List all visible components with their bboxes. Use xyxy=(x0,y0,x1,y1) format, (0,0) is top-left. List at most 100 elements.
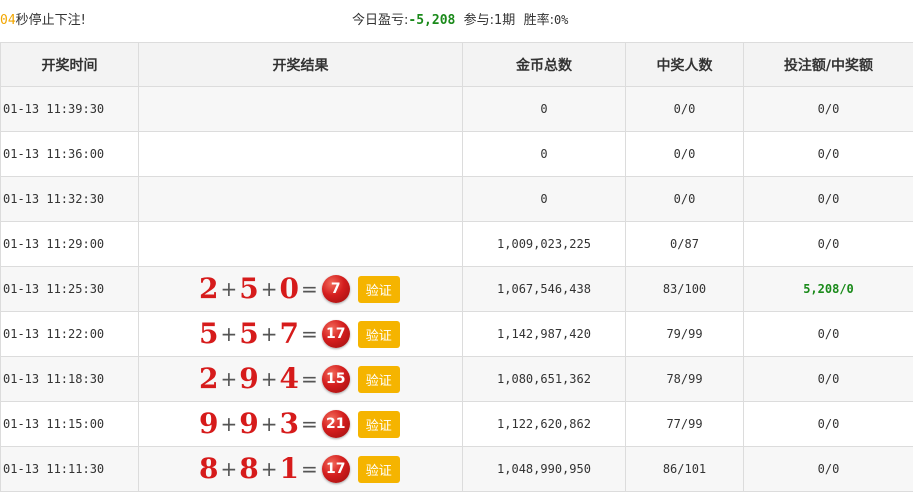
result-formula: 2+5+0=7验证 xyxy=(139,267,462,311)
draw-time: 01-13 11:25:30 xyxy=(1,267,139,312)
equals-sign: = xyxy=(301,459,318,479)
result-formula: 2+9+4=15验证 xyxy=(139,357,462,401)
winner-count: 79/99 xyxy=(626,312,744,357)
plus-sign: + xyxy=(220,369,237,389)
verify-button[interactable]: 验证 xyxy=(358,276,400,303)
table-row: 01-13 11:32:3000/00/0 xyxy=(1,177,913,222)
equals-sign: = xyxy=(301,414,318,434)
plus-sign: + xyxy=(261,279,278,299)
winner-count: 0/0 xyxy=(626,87,744,132)
result-digit-3: 1 xyxy=(280,455,299,483)
draw-result xyxy=(139,132,463,177)
winner-count: 83/100 xyxy=(626,267,744,312)
winner-count: 0/87 xyxy=(626,222,744,267)
winrate-value: 0% xyxy=(554,13,568,27)
plus-sign: + xyxy=(261,369,278,389)
bet-win-amount: 0/0 xyxy=(744,177,913,222)
result-digit-1: 2 xyxy=(199,365,218,393)
table-body: 01-13 11:39:3000/00/001-13 11:36:0000/00… xyxy=(1,87,913,492)
total-coins: 1,122,620,862 xyxy=(463,402,626,447)
profit-label: 今日盈亏: xyxy=(352,13,408,28)
total-coins: 0 xyxy=(463,132,626,177)
total-coins: 1,142,987,420 xyxy=(463,312,626,357)
col-header-bet-win: 投注额/中奖额 xyxy=(744,43,913,87)
result-sum-ball: 17 xyxy=(322,320,350,348)
plus-sign: + xyxy=(261,324,278,344)
draw-result xyxy=(139,222,463,267)
draw-result: 2+5+0=7验证 xyxy=(139,267,463,312)
result-digit-2: 5 xyxy=(239,320,258,348)
result-digit-1: 2 xyxy=(199,275,218,303)
participate-value: 1期 xyxy=(494,13,515,28)
plus-sign: + xyxy=(261,459,278,479)
result-digit-1: 9 xyxy=(199,410,218,438)
draw-result xyxy=(139,177,463,222)
total-coins: 0 xyxy=(463,177,626,222)
result-digit-3: 0 xyxy=(280,275,299,303)
draw-result xyxy=(139,87,463,132)
draw-time: 01-13 11:36:00 xyxy=(1,132,139,177)
plus-sign: + xyxy=(220,279,237,299)
countdown-number: 04 xyxy=(0,13,16,28)
result-digit-2: 9 xyxy=(239,410,258,438)
table-row: 01-13 11:18:302+9+4=15验证1,080,651,36278/… xyxy=(1,357,913,402)
verify-button[interactable]: 验证 xyxy=(358,321,400,348)
result-sum-ball: 17 xyxy=(322,455,350,483)
draw-time: 01-13 11:22:00 xyxy=(1,312,139,357)
table-row: 01-13 11:36:0000/00/0 xyxy=(1,132,913,177)
verify-button[interactable]: 验证 xyxy=(358,366,400,393)
winner-count: 0/0 xyxy=(626,177,744,222)
draw-result: 9+9+3=21验证 xyxy=(139,402,463,447)
winner-count: 77/99 xyxy=(626,402,744,447)
profit-value: -5,208 xyxy=(408,13,455,28)
total-coins: 1,067,546,438 xyxy=(463,267,626,312)
table-row: 01-13 11:25:302+5+0=7验证1,067,546,43883/1… xyxy=(1,267,913,312)
total-coins: 1,080,651,362 xyxy=(463,357,626,402)
equals-sign: = xyxy=(301,279,318,299)
result-digit-2: 5 xyxy=(239,275,258,303)
bet-win-amount: 0/0 xyxy=(744,402,913,447)
col-header-result: 开奖结果 xyxy=(139,43,463,87)
countdown-text: 秒停止下注! xyxy=(16,13,86,28)
draw-result: 5+5+7=17验证 xyxy=(139,312,463,357)
draw-result: 2+9+4=15验证 xyxy=(139,357,463,402)
participate-label: 参与: xyxy=(464,13,494,28)
table-row: 01-13 11:29:001,009,023,2250/870/0 xyxy=(1,222,913,267)
verify-button[interactable]: 验证 xyxy=(358,411,400,438)
result-sum-ball: 15 xyxy=(322,365,350,393)
result-digit-2: 9 xyxy=(239,365,258,393)
result-digit-3: 7 xyxy=(280,320,299,348)
result-digit-1: 5 xyxy=(199,320,218,348)
bet-win-amount: 0/0 xyxy=(744,312,913,357)
plus-sign: + xyxy=(220,414,237,434)
table-row: 01-13 11:39:3000/00/0 xyxy=(1,87,913,132)
bet-win-amount: 0/0 xyxy=(744,87,913,132)
bet-win-amount: 0/0 xyxy=(744,222,913,267)
result-digit-1: 8 xyxy=(199,455,218,483)
result-digit-2: 8 xyxy=(239,455,258,483)
plus-sign: + xyxy=(220,459,237,479)
draw-time: 01-13 11:32:30 xyxy=(1,177,139,222)
countdown: 04秒停止下注! xyxy=(0,9,86,28)
daily-stats: 今日盈亏:-5,208 参与:1期 胜率:0% xyxy=(352,9,568,28)
bet-win-amount: 0/0 xyxy=(744,357,913,402)
table-row: 01-13 11:22:005+5+7=17验证1,142,987,42079/… xyxy=(1,312,913,357)
table-header-row: 开奖时间 开奖结果 金币总数 中奖人数 投注额/中奖额 xyxy=(1,43,913,87)
top-bar: 04秒停止下注! 今日盈亏:-5,208 参与:1期 胜率:0% xyxy=(0,0,913,42)
col-header-winners: 中奖人数 xyxy=(626,43,744,87)
col-header-time: 开奖时间 xyxy=(1,43,139,87)
winner-count: 78/99 xyxy=(626,357,744,402)
bet-win-amount: 5,208/0 xyxy=(744,267,913,312)
table-row: 01-13 11:15:009+9+3=21验证1,122,620,86277/… xyxy=(1,402,913,447)
draw-time: 01-13 11:18:30 xyxy=(1,357,139,402)
result-digit-3: 4 xyxy=(280,365,299,393)
verify-button[interactable]: 验证 xyxy=(358,456,400,483)
result-formula: 9+9+3=21验证 xyxy=(139,402,462,446)
equals-sign: = xyxy=(301,369,318,389)
bet-win-amount: 0/0 xyxy=(744,132,913,177)
result-digit-3: 3 xyxy=(280,410,299,438)
winrate-label: 胜率: xyxy=(524,13,554,28)
result-formula: 8+8+1=17验证 xyxy=(139,447,462,491)
col-header-coins: 金币总数 xyxy=(463,43,626,87)
draw-history-table: 开奖时间 开奖结果 金币总数 中奖人数 投注额/中奖额 01-13 11:39:… xyxy=(0,42,913,492)
